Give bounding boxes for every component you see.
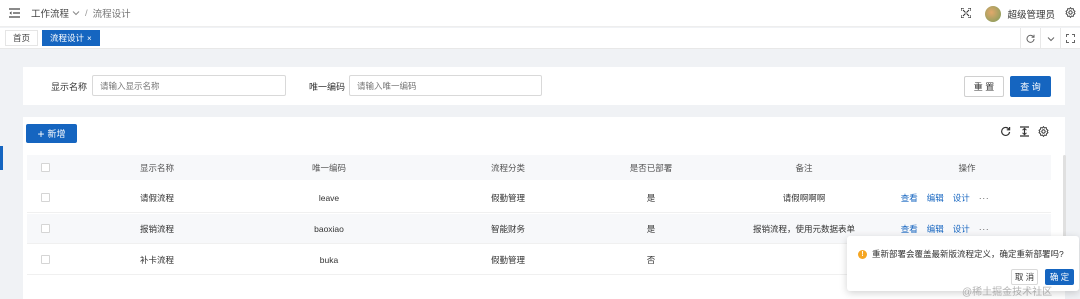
- cell-display-name: 补卡流程: [139, 254, 174, 265]
- cell-deployed: 是: [646, 192, 656, 203]
- cell-display-name: 报销流程: [139, 223, 174, 234]
- table-tools: [1000, 125, 1049, 139]
- breadcrumb-root[interactable]: 工作流程: [31, 6, 69, 20]
- menu-fold-icon[interactable]: [3, 0, 25, 27]
- cell-category: 假勤管理: [490, 192, 525, 203]
- col-unique-code: 唯一编码: [311, 162, 346, 173]
- col-deployed: 是否已部署: [629, 162, 673, 173]
- cell-unique-code: leave: [318, 192, 340, 203]
- edit-link[interactable]: 编辑: [927, 192, 944, 204]
- fullscreen-icon[interactable]: [960, 6, 973, 20]
- design-link[interactable]: 设计: [953, 223, 970, 235]
- plus-icon: +: [37, 126, 45, 141]
- maximize-icon[interactable]: [1060, 28, 1080, 49]
- cell-category: 假勤管理: [490, 254, 525, 265]
- settings-icon[interactable]: [1038, 125, 1049, 139]
- unique-code-input[interactable]: [349, 75, 542, 96]
- table-header: 显示名称 唯一编码 流程分类 是否已部署 备注 操作: [27, 155, 1051, 180]
- cell-category: 智能财务: [490, 223, 525, 234]
- username[interactable]: 超级管理员: [1007, 7, 1055, 21]
- refresh-tab-icon[interactable]: [1020, 28, 1040, 49]
- view-link[interactable]: 查看: [901, 223, 918, 235]
- display-name-label: 显示名称: [51, 82, 88, 92]
- cell-deployed: 是: [646, 223, 656, 234]
- refresh-icon[interactable]: [1000, 126, 1011, 139]
- cell-deployed: 否: [646, 254, 656, 265]
- breadcrumb: 工作流程 / 流程设计: [31, 6, 131, 21]
- breadcrumb-separator: /: [85, 7, 88, 19]
- tab-home[interactable]: 首页: [5, 30, 39, 46]
- tab-process-design[interactable]: 流程设计 ×: [42, 30, 100, 46]
- row-checkbox[interactable]: [40, 183, 50, 212]
- unique-code-label: 唯一编码: [309, 82, 346, 92]
- col-remark: 备注: [795, 162, 813, 173]
- top-bar: 工作流程 / 流程设计 超级管理员: [0, 0, 1080, 27]
- cell-unique-code: baoxiao: [314, 223, 344, 234]
- avatar[interactable]: [985, 5, 1002, 22]
- add-button-label: 新增: [47, 129, 66, 139]
- side-indicator: [0, 146, 3, 170]
- row-checkbox[interactable]: [40, 214, 50, 243]
- col-display-name: 显示名称: [139, 162, 174, 173]
- popconfirm-message: 重新部署会覆盖最新版流程定义，确定重新部署吗?: [872, 249, 1064, 259]
- close-icon[interactable]: ×: [87, 34, 92, 43]
- tab-process-design-label: 流程设计: [50, 33, 85, 43]
- chevron-down-icon: [72, 11, 80, 16]
- table-row: 请假流程 leave 假勤管理 是 请假啊啊啊 查看 编辑 设计 ···: [27, 183, 1051, 213]
- view-link[interactable]: 查看: [901, 192, 918, 204]
- reset-button[interactable]: 重 置: [964, 76, 1004, 97]
- chevron-down-icon[interactable]: [1040, 28, 1060, 49]
- design-link[interactable]: 设计: [953, 192, 970, 204]
- col-category: 流程分类: [490, 162, 525, 173]
- cell-remark: 请假啊啊啊: [782, 192, 826, 203]
- more-icon[interactable]: ···: [979, 224, 990, 234]
- row-actions: 查看 编辑 设计 ···: [885, 183, 1005, 212]
- tabs-bar: 首页 流程设计 ×: [0, 28, 1080, 49]
- more-icon[interactable]: ···: [979, 193, 990, 203]
- select-all-checkbox[interactable]: [40, 155, 50, 180]
- search-form: 显示名称 唯一编码 重 置 查 询: [23, 67, 1065, 105]
- tab-home-label: 首页: [13, 33, 31, 43]
- breadcrumb-current: 流程设计: [92, 9, 131, 20]
- settings-icon[interactable]: [1065, 6, 1076, 20]
- query-button[interactable]: 查 询: [1010, 76, 1051, 97]
- display-name-input[interactable]: [92, 75, 286, 96]
- edit-link[interactable]: 编辑: [927, 223, 944, 235]
- cell-display-name: 请假流程: [139, 192, 174, 203]
- column-height-icon[interactable]: [1019, 126, 1030, 139]
- watermark: @稀土掘金技术社区: [962, 287, 1053, 298]
- cell-unique-code: buka: [319, 254, 339, 265]
- col-actions: 操作: [958, 162, 976, 173]
- add-button[interactable]: + 新增: [26, 124, 77, 143]
- row-checkbox[interactable]: [40, 245, 50, 274]
- warning-icon: !: [858, 250, 867, 259]
